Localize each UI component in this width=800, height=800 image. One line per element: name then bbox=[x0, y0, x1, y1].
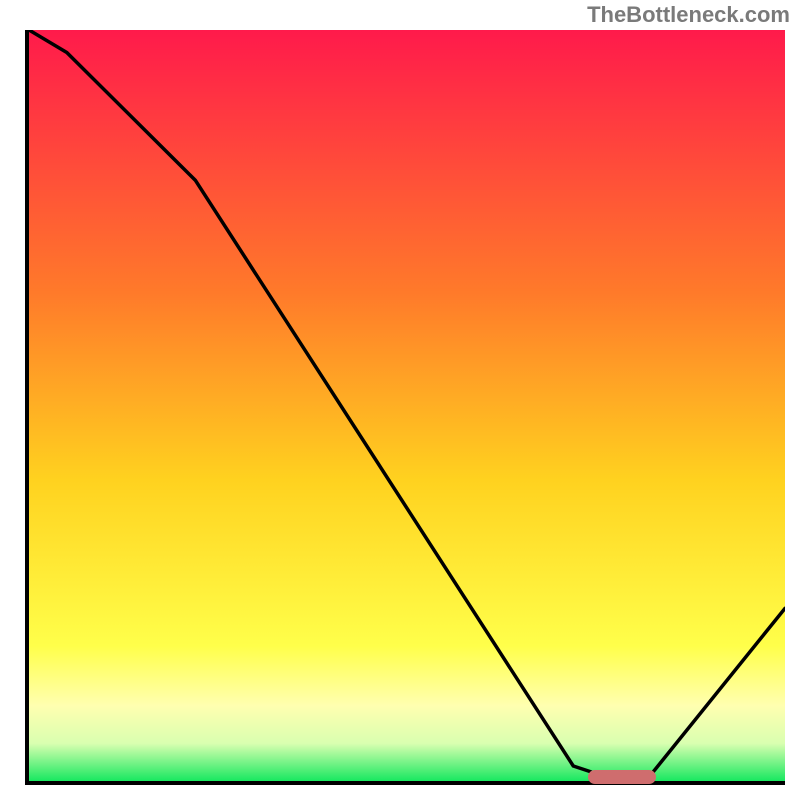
curve-line bbox=[29, 30, 785, 781]
chart-container: TheBottleneck.com bbox=[0, 0, 800, 800]
plot-area bbox=[25, 30, 785, 785]
attribution-text: TheBottleneck.com bbox=[587, 2, 790, 28]
optimal-marker bbox=[588, 770, 656, 784]
